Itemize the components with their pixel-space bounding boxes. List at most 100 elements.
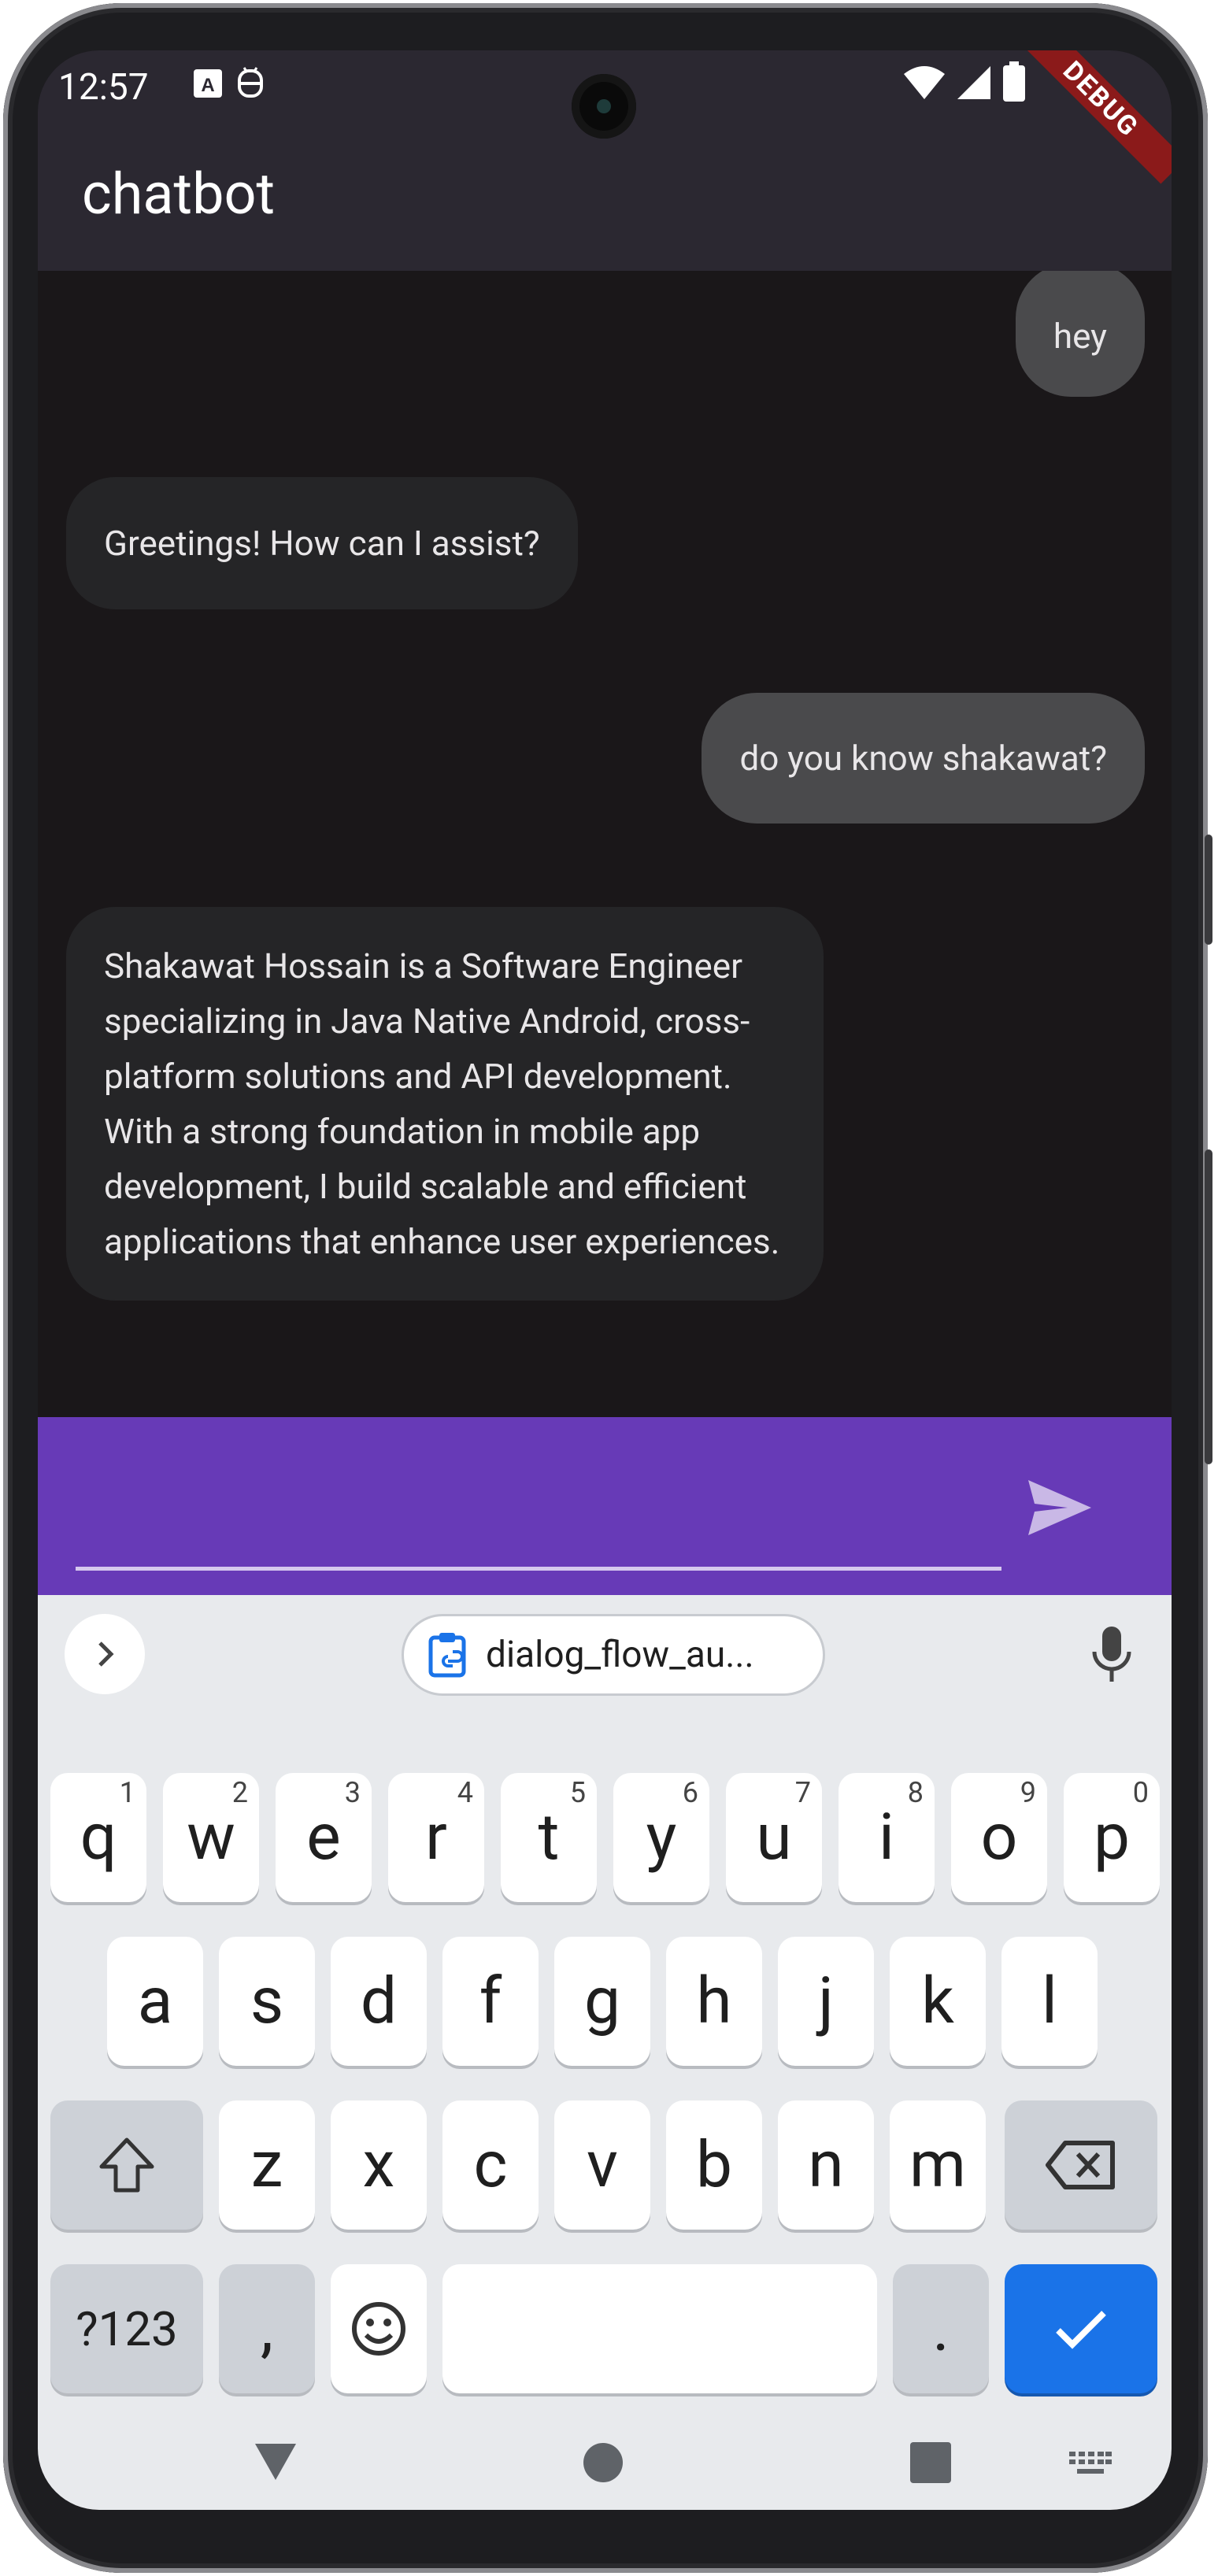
key-hint: 5 (569, 1776, 586, 1809)
key-label: b (695, 2127, 733, 2203)
key-label: d (360, 1963, 398, 2039)
key-y[interactable]: y6 (613, 1773, 709, 1902)
key-i[interactable]: i8 (839, 1773, 935, 1902)
key-u[interactable]: u7 (726, 1773, 822, 1902)
chat-message-user: do you know shakawat? (702, 693, 1145, 824)
key-p[interactable]: p0 (1064, 1773, 1160, 1902)
back-nav-icon[interactable] (254, 2442, 298, 2482)
key-l[interactable]: l (1001, 1937, 1098, 2066)
key-hint: 9 (1020, 1776, 1036, 1809)
key-label: g (583, 1963, 621, 2039)
send-button[interactable] (1020, 1472, 1099, 1543)
home-nav-icon[interactable] (583, 2442, 624, 2483)
key-v[interactable]: v (554, 2100, 650, 2230)
chevron-right-icon (98, 1641, 114, 1667)
key-hint: 8 (907, 1776, 924, 1809)
key-j[interactable]: j (778, 1937, 874, 2066)
status-time: 12:57 (58, 66, 149, 109)
input-underline (76, 1567, 1001, 1571)
key-label: q (80, 1800, 117, 1875)
key-label: o (980, 1800, 1018, 1875)
backspace-key[interactable] (1005, 2100, 1157, 2230)
key-o[interactable]: o9 (951, 1773, 1047, 1902)
key-hint: 0 (1132, 1776, 1149, 1809)
key-c[interactable]: c (442, 2100, 539, 2230)
key-label: n (808, 2127, 844, 2203)
key-h[interactable]: h (666, 1937, 762, 2066)
recents-nav-icon[interactable] (910, 2442, 951, 2483)
message-input[interactable] (76, 1464, 1005, 1560)
key-e[interactable]: e3 (276, 1773, 372, 1902)
key-label: v (587, 2127, 618, 2203)
debug-notification-icon (238, 67, 263, 98)
clipboard-link-icon (428, 1633, 466, 1678)
key-label: h (696, 1963, 732, 2039)
space-key[interactable] (442, 2264, 877, 2393)
key-hint: 3 (344, 1776, 361, 1809)
chat-message-list[interactable]: hey Greetings! How can I assist? do you … (38, 271, 1172, 1417)
key-label: l (1042, 1963, 1057, 2039)
key-x[interactable]: x (331, 2100, 427, 2230)
clipboard-suggestion-chip[interactable]: dialog_flow_au... (402, 1614, 825, 1696)
keyboard-switch-icon[interactable] (1069, 2452, 1112, 2475)
key-d[interactable]: d (331, 1937, 427, 2066)
key-z[interactable]: z (219, 2100, 315, 2230)
key-label: x (362, 2127, 395, 2203)
period-key[interactable]: . (893, 2264, 989, 2393)
key-t[interactable]: t5 (501, 1773, 597, 1902)
key-label: j (818, 1963, 834, 2039)
chat-message-bot: Greetings! How can I assist? (66, 477, 578, 609)
key-hint: 1 (119, 1776, 135, 1809)
power-button (1205, 1149, 1212, 1464)
key-n[interactable]: n (778, 2100, 874, 2230)
signal-icon (957, 66, 990, 99)
key-label: y (646, 1800, 677, 1875)
volume-button (1205, 835, 1212, 945)
keyboard-notification-icon: A (194, 69, 222, 98)
key-label: e (306, 1800, 341, 1875)
microphone-icon[interactable] (1090, 1625, 1134, 1685)
debug-banner: DEBUG (1016, 50, 1172, 184)
key-label: m (909, 2127, 966, 2203)
wifi-icon (904, 66, 945, 99)
emoji-key[interactable] (331, 2264, 427, 2393)
comma-key[interactable]: , (219, 2264, 315, 2393)
key-f[interactable]: f (442, 1937, 539, 2066)
key-a[interactable]: a (107, 1937, 203, 2066)
key-label: s (250, 1963, 284, 2039)
key-k[interactable]: k (890, 1937, 986, 2066)
page-title: chatbot (82, 161, 276, 228)
key-q[interactable]: q1 (50, 1773, 146, 1902)
clipboard-chip-label: dialog_flow_au... (486, 1634, 754, 1676)
enter-key[interactable] (1005, 2264, 1157, 2393)
key-label: w (187, 1800, 235, 1875)
key-label: c (473, 2127, 508, 2203)
checkmark-icon (1056, 2311, 1106, 2349)
key-label: t (538, 1800, 560, 1875)
key-label: u (756, 1800, 792, 1875)
key-label: f (479, 1963, 502, 2039)
key-hint: 2 (231, 1776, 248, 1809)
front-camera (572, 74, 636, 139)
key-m[interactable]: m (890, 2100, 986, 2230)
key-r[interactable]: r4 (388, 1773, 484, 1902)
key-g[interactable]: g (554, 1937, 650, 2066)
shift-key[interactable] (50, 2100, 203, 2230)
chat-message-bot: Shakawat Hossain is a Software Engineer … (66, 907, 824, 1301)
key-hint: 7 (794, 1776, 811, 1809)
key-label: r (425, 1800, 447, 1875)
key-w[interactable]: w2 (163, 1773, 259, 1902)
key-label: p (1093, 1800, 1131, 1875)
phone-screen: 12:57 A DEBUG chatbot hey Greetings! How… (38, 50, 1172, 2510)
key-b[interactable]: b (666, 2100, 762, 2230)
keyboard-expand-button[interactable] (65, 1614, 145, 1694)
chat-message-user: hey (1015, 271, 1145, 397)
message-input-bar (38, 1417, 1172, 1595)
key-s[interactable]: s (219, 1937, 315, 2066)
symbols-key[interactable]: ?123 (50, 2264, 203, 2393)
key-label: a (137, 1963, 173, 2039)
emoji-icon (352, 2302, 405, 2356)
soft-keyboard: dialog_flow_au... q1w2e3r4t5y6u7i8o9p0 a… (38, 1595, 1172, 2510)
system-navigation-bar (38, 2411, 1172, 2510)
key-label: k (921, 1963, 954, 2039)
